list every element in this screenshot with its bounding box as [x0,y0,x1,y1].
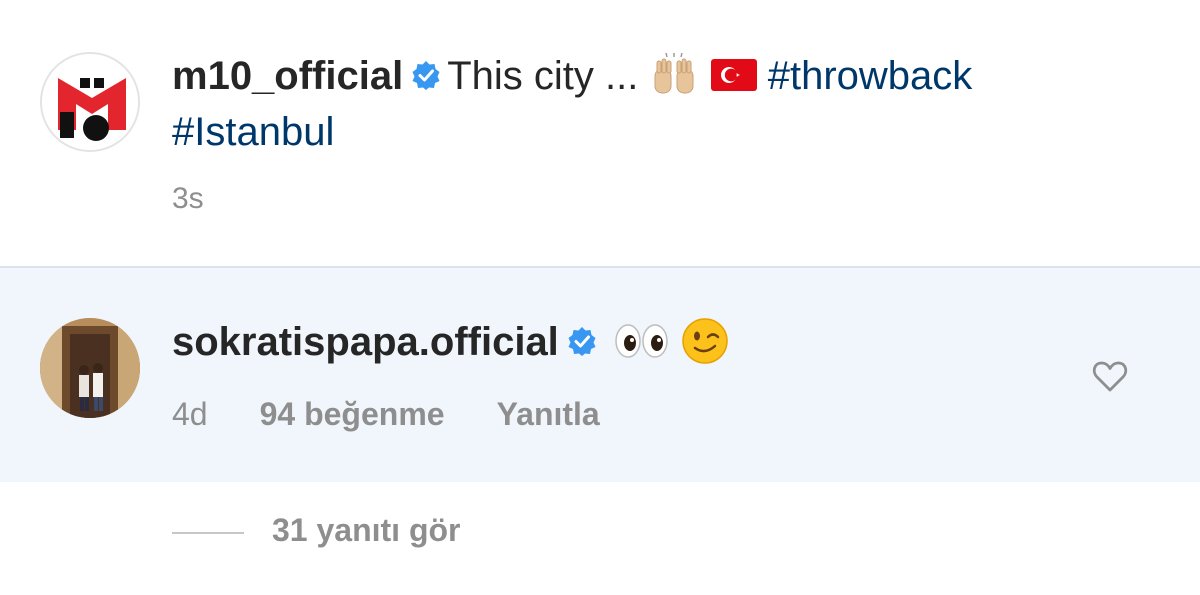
verified-badge-icon [412,61,440,91]
eyes-emoji-icon [615,324,668,359]
replies-line [172,532,244,534]
comment-text: sokratispapa.official [172,314,729,371]
post-username[interactable]: m10_official [172,54,403,98]
view-replies-button[interactable]: 31 yanıtı gör [272,512,461,549]
turkey-flag-emoji-icon [710,59,757,92]
comment-age: 4d [172,396,208,432]
raising-hands-emoji-icon [654,53,694,94]
caption-text: m10_official This city ... #throwback #Is… [172,48,1132,160]
comment-item: sokratispapa.official 4d 94 beğenme Yanıtl… [0,268,1200,482]
hashtag-throwback[interactable]: #throwback [768,54,973,98]
instagram-comments-view: m10_official This city ... #throwback #Is… [0,0,1200,595]
like-heart-icon[interactable] [1090,356,1130,396]
profile-photo-icon [40,318,140,418]
post-caption: m10_official This city ... #throwback #Is… [0,0,1200,266]
reply-button[interactable]: Yanıtla [497,396,600,432]
comment-username[interactable]: sokratispapa.official [172,320,559,364]
comment-meta: 4d 94 beğenme Yanıtla [172,396,600,433]
post-timestamp: 3s [172,182,204,215]
hashtag-istanbul[interactable]: #Istanbul [172,110,334,154]
view-replies-row: 31 yanıtı gör [0,482,1200,595]
sokratis-avatar[interactable] [40,318,140,418]
caption-body: This city ... [447,54,639,98]
verified-badge-icon [568,327,596,357]
winking-face-emoji-icon [682,318,728,365]
m10-avatar[interactable] [40,52,140,152]
comment-likes[interactable]: 94 beğenme [260,396,445,432]
m10-logo-icon [42,54,138,150]
